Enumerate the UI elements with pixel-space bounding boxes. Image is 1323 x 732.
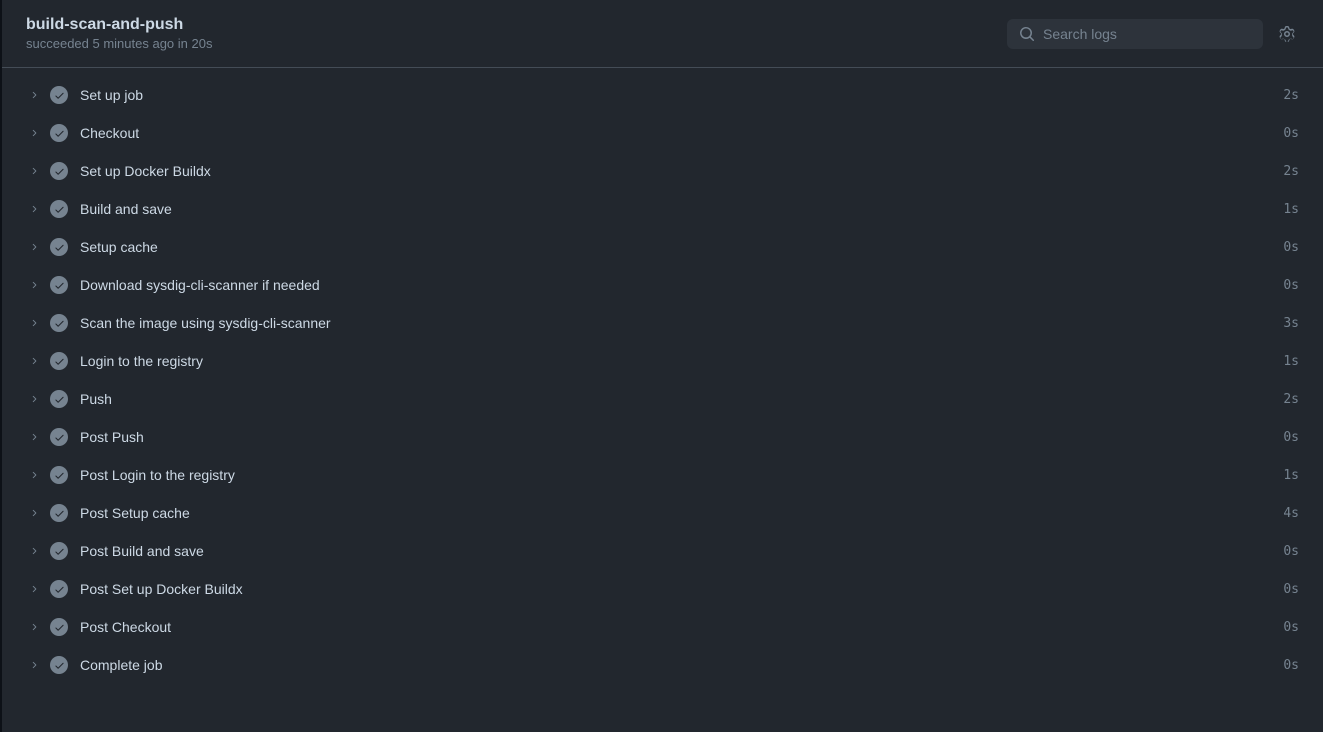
step-row[interactable]: Scan the image using sysdig-cli-scanner3… (2, 304, 1323, 342)
step-duration: 0s (1283, 544, 1299, 559)
step-row[interactable]: Setup cache0s (2, 228, 1323, 266)
search-input[interactable] (1043, 26, 1251, 42)
step-row[interactable]: Complete job0s (2, 646, 1323, 684)
step-row[interactable]: Build and save1s (2, 190, 1323, 228)
chevron-right-icon (26, 201, 42, 217)
check-circle-icon (50, 200, 68, 218)
step-row[interactable]: Post Set up Docker Buildx0s (2, 570, 1323, 608)
step-name: Complete job (80, 657, 1283, 673)
step-name: Push (80, 391, 1283, 407)
chevron-right-icon (26, 467, 42, 483)
step-name: Build and save (80, 201, 1283, 217)
step-name: Post Set up Docker Buildx (80, 581, 1283, 597)
check-circle-icon (50, 542, 68, 560)
chevron-right-icon (26, 657, 42, 673)
gear-icon (1279, 26, 1295, 42)
step-duration: 1s (1283, 468, 1299, 483)
job-header: build-scan-and-push succeeded 5 minutes … (2, 0, 1323, 68)
check-circle-icon (50, 428, 68, 446)
check-circle-icon (50, 580, 68, 598)
check-circle-icon (50, 656, 68, 674)
search-box[interactable] (1007, 19, 1263, 49)
step-name: Post Setup cache (80, 505, 1283, 521)
step-duration: 0s (1283, 658, 1299, 673)
step-duration: 0s (1283, 240, 1299, 255)
chevron-right-icon (26, 239, 42, 255)
step-name: Login to the registry (80, 353, 1283, 369)
step-duration: 0s (1283, 278, 1299, 293)
step-row[interactable]: Post Setup cache4s (2, 494, 1323, 532)
chevron-right-icon (26, 581, 42, 597)
chevron-right-icon (26, 125, 42, 141)
job-status: succeeded 5 minutes ago in 20s (26, 36, 212, 51)
step-duration: 3s (1283, 316, 1299, 331)
step-name: Set up Docker Buildx (80, 163, 1283, 179)
settings-button[interactable] (1275, 22, 1299, 46)
check-circle-icon (50, 390, 68, 408)
job-title: build-scan-and-push (26, 16, 212, 34)
step-duration: 0s (1283, 430, 1299, 445)
chevron-right-icon (26, 353, 42, 369)
chevron-right-icon (26, 543, 42, 559)
step-duration: 2s (1283, 392, 1299, 407)
check-circle-icon (50, 504, 68, 522)
check-circle-icon (50, 162, 68, 180)
check-circle-icon (50, 618, 68, 636)
steps-list: Set up job2sCheckout0sSet up Docker Buil… (2, 68, 1323, 692)
step-row[interactable]: Download sysdig-cli-scanner if needed0s (2, 266, 1323, 304)
search-icon (1019, 26, 1035, 42)
chevron-right-icon (26, 315, 42, 331)
check-circle-icon (50, 124, 68, 142)
check-circle-icon (50, 276, 68, 294)
chevron-right-icon (26, 619, 42, 635)
chevron-right-icon (26, 391, 42, 407)
header-left: build-scan-and-push succeeded 5 minutes … (26, 16, 212, 51)
step-row[interactable]: Login to the registry1s (2, 342, 1323, 380)
step-name: Download sysdig-cli-scanner if needed (80, 277, 1283, 293)
step-name: Post Push (80, 429, 1283, 445)
check-circle-icon (50, 86, 68, 104)
step-row[interactable]: Push2s (2, 380, 1323, 418)
step-duration: 2s (1283, 88, 1299, 103)
header-right (1007, 19, 1299, 49)
step-row[interactable]: Post Push0s (2, 418, 1323, 456)
step-name: Post Checkout (80, 619, 1283, 635)
step-row[interactable]: Post Build and save0s (2, 532, 1323, 570)
step-name: Checkout (80, 125, 1283, 141)
chevron-right-icon (26, 163, 42, 179)
chevron-right-icon (26, 87, 42, 103)
step-name: Set up job (80, 87, 1283, 103)
step-row[interactable]: Post Login to the registry1s (2, 456, 1323, 494)
step-name: Scan the image using sysdig-cli-scanner (80, 315, 1283, 331)
step-name: Setup cache (80, 239, 1283, 255)
step-name: Post Build and save (80, 543, 1283, 559)
step-duration: 0s (1283, 582, 1299, 597)
step-duration: 0s (1283, 620, 1299, 635)
chevron-right-icon (26, 505, 42, 521)
step-duration: 0s (1283, 126, 1299, 141)
step-row[interactable]: Set up Docker Buildx2s (2, 152, 1323, 190)
step-row[interactable]: Post Checkout0s (2, 608, 1323, 646)
step-duration: 1s (1283, 202, 1299, 217)
step-row[interactable]: Checkout0s (2, 114, 1323, 152)
check-circle-icon (50, 466, 68, 484)
step-row[interactable]: Set up job2s (2, 76, 1323, 114)
chevron-right-icon (26, 277, 42, 293)
step-name: Post Login to the registry (80, 467, 1283, 483)
chevron-right-icon (26, 429, 42, 445)
check-circle-icon (50, 238, 68, 256)
check-circle-icon (50, 314, 68, 332)
step-duration: 1s (1283, 354, 1299, 369)
step-duration: 4s (1283, 506, 1299, 521)
check-circle-icon (50, 352, 68, 370)
step-duration: 2s (1283, 164, 1299, 179)
